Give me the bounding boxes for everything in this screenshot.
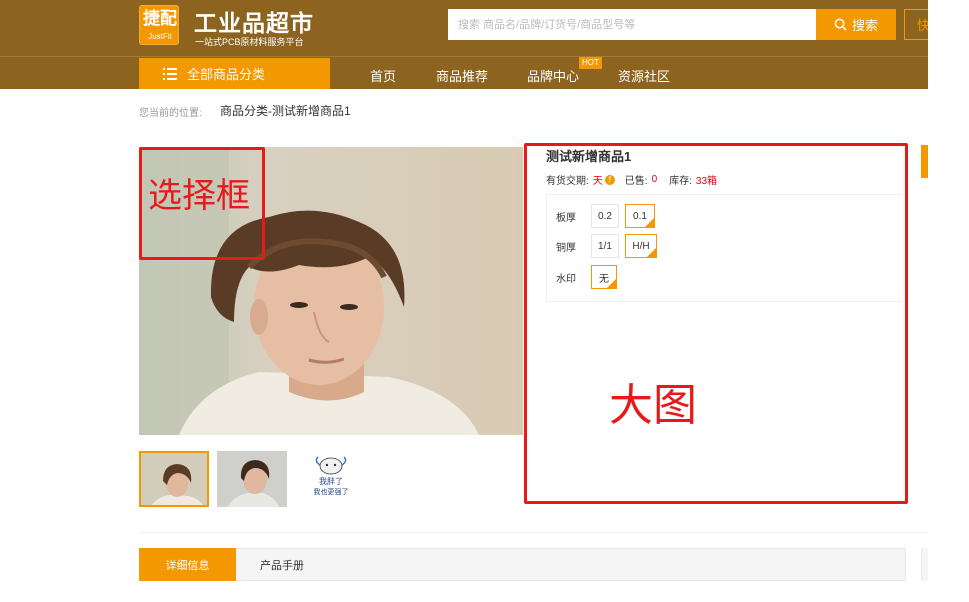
site-subtitle: 一站式PCB原材料服务平台 [195, 37, 304, 47]
search-button-label: 搜索 [851, 18, 878, 33]
thumbnail-2[interactable] [217, 451, 287, 507]
side-toolbar-tab[interactable] [921, 145, 928, 178]
breadcrumb-current[interactable]: 商品分类-测试新增商品1 [220, 102, 351, 119]
search-icon [834, 18, 847, 31]
annotation-large-image-label: 大图 [609, 380, 697, 431]
main-nav: 全部商品分类 首页 商品推荐 品牌中心 HOT 资源社区 [0, 56, 928, 89]
all-categories-button[interactable]: 全部商品分类 [139, 58, 330, 89]
meme-line-1: 我胖了 [319, 476, 343, 486]
thumbnail-3[interactable]: 我胖了 我也更强了 [296, 451, 366, 507]
menu-icon [163, 67, 177, 80]
side-panel-edge [921, 548, 928, 581]
breadcrumb-prefix: 您当前的位置: [139, 108, 202, 119]
logo-sub-text: JustFit [148, 32, 172, 41]
logo-main-text: 捷配 [143, 9, 177, 29]
page: 捷配 JustFit 工业品超市 一站式PCB原材料服务平台 搜索 快 全部商品… [0, 0, 969, 602]
nav-item-home[interactable]: 首页 [370, 66, 396, 85]
quick-order-label: 快 [917, 15, 928, 34]
section-divider [139, 532, 928, 533]
hot-badge: HOT [579, 57, 602, 69]
annotation-large-image [524, 143, 908, 504]
thumbnail-photo-2 [217, 451, 287, 507]
meme-line-2: 我也更强了 [314, 487, 349, 496]
search-button[interactable]: 搜索 [816, 9, 896, 40]
all-categories-label: 全部商品分类 [187, 67, 266, 82]
site-title: 工业品超市 [194, 11, 314, 37]
detail-tabs: 详细信息 产品手册 [139, 548, 906, 581]
annotation-select-box-label: 选择框 [148, 176, 250, 216]
quick-order-button[interactable]: 快 [904, 9, 928, 40]
nav-item-brands[interactable]: 品牌中心 [527, 66, 579, 85]
nav-item-community[interactable]: 资源社区 [618, 66, 670, 85]
thumbnail-meme-3: 我胖了 我也更强了 [296, 451, 366, 507]
search-input[interactable] [448, 9, 816, 40]
tab-manual[interactable]: 产品手册 [236, 548, 328, 581]
thumbnail-photo-1 [141, 453, 207, 505]
site-header: 捷配 JustFit 工业品超市 一站式PCB原材料服务平台 搜索 快 [0, 0, 928, 56]
logo[interactable]: 捷配 JustFit [139, 5, 179, 45]
tab-details[interactable]: 详细信息 [139, 548, 236, 581]
nav-item-recommend[interactable]: 商品推荐 [436, 66, 488, 85]
thumbnail-1[interactable] [139, 451, 209, 507]
